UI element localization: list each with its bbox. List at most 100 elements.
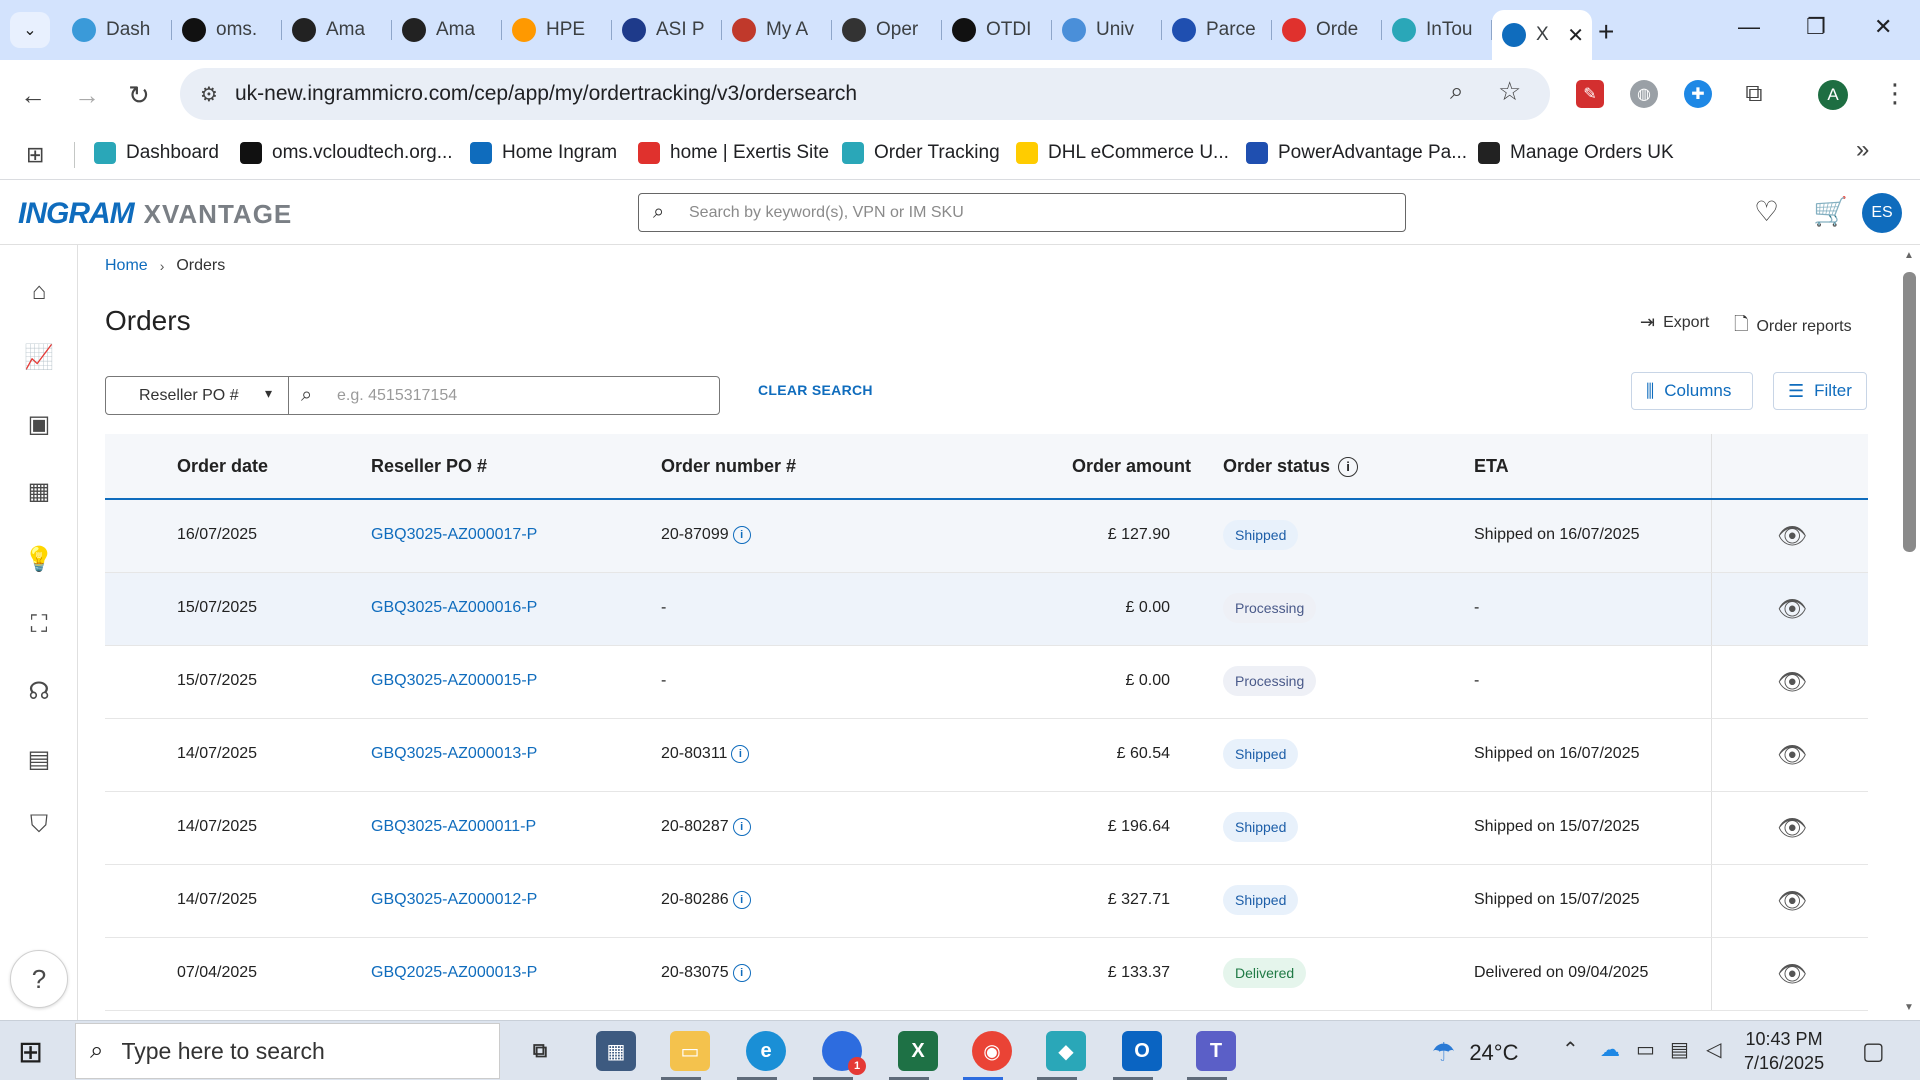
reload-button[interactable]: ↻ <box>128 80 150 111</box>
close-tab-icon[interactable]: ✕ <box>1567 23 1584 48</box>
vpn-extension-icon[interactable]: ✚ <box>1684 80 1712 108</box>
reseller-po-link[interactable]: GBQ3025-AZ000016-P <box>371 599 537 617</box>
minimize-button[interactable]: — <box>1738 14 1760 40</box>
view-eye-icon[interactable]: 👁 <box>1777 522 1807 551</box>
order-search-input[interactable] <box>337 384 707 408</box>
bookmark-item[interactable]: home | Exertis Site <box>638 142 829 164</box>
onedrive-icon[interactable]: ☁ <box>1600 1037 1620 1062</box>
view-eye-icon[interactable]: 👁 <box>1777 668 1807 697</box>
browser-tab[interactable]: Parce <box>1162 10 1272 50</box>
teams-icon[interactable]: T <box>1196 1031 1236 1071</box>
table-row[interactable]: 14/07/2025 GBQ3025-AZ000012-P 20-80286 i £ 3… <box>105 865 1868 938</box>
browser-tab[interactable]: HPE <box>502 10 612 50</box>
table-row[interactable]: 15/07/2025 GBQ3025-AZ000015-P - £ 0.00 Proce… <box>105 646 1868 719</box>
products-nav-icon[interactable]: ▣ <box>24 410 54 440</box>
chevron-up-icon[interactable]: ⌃ <box>1562 1037 1579 1062</box>
order-info-icon[interactable]: i <box>732 964 751 982</box>
extensions-icon[interactable]: ⧉ <box>1740 80 1768 108</box>
clear-search-button[interactable]: CLEAR SEARCH <box>758 382 873 398</box>
favorites-heart-icon[interactable]: ♡ <box>1754 195 1779 228</box>
insights-lightbulb-icon[interactable]: 💡 <box>24 545 54 575</box>
globe-extension-icon[interactable]: ◍ <box>1630 80 1658 108</box>
tab-search-button[interactable]: ⌄ <box>10 12 50 48</box>
edge-icon[interactable]: e <box>746 1031 786 1071</box>
support-nav-icon[interactable]: ☊ <box>24 677 54 707</box>
browser-tab[interactable]: oms. <box>172 10 282 50</box>
browser-tab[interactable]: X ✕ <box>1492 10 1592 60</box>
outlook-icon[interactable]: O <box>1122 1031 1162 1071</box>
reseller-po-link[interactable]: GBQ3025-AZ000015-P <box>371 672 537 690</box>
reseller-po-link[interactable]: GBQ2025-AZ000013-P <box>371 964 537 982</box>
bookmark-item[interactable]: oms.vcloudtech.org... <box>240 142 453 164</box>
bookmark-item[interactable]: PowerAdvantage Pa... <box>1246 142 1467 164</box>
orders-nav-icon[interactable]: ▦ <box>24 477 54 507</box>
help-question-icon[interactable]: ? <box>10 950 68 1008</box>
bookmark-item[interactable]: Home Ingram <box>470 142 617 164</box>
zoom-app-icon[interactable]: 1 <box>822 1031 866 1075</box>
weather-widget[interactable]: ☂ 24°C <box>1432 1037 1518 1068</box>
browser-tab[interactable]: Ama <box>282 10 392 50</box>
pinned-app-icon[interactable]: ◆ <box>1046 1031 1086 1071</box>
header-eta[interactable]: ETA <box>1474 456 1509 477</box>
services-nav-icon[interactable]: ⛶ <box>24 610 54 640</box>
info-icon[interactable]: i <box>1338 456 1359 477</box>
notifications-icon[interactable]: ▢ <box>1862 1037 1885 1066</box>
view-eye-icon[interactable]: 👁 <box>1777 960 1807 989</box>
scroll-up-arrow-icon[interactable]: ▲ <box>1904 250 1914 261</box>
site-search-input[interactable] <box>689 200 1389 226</box>
browser-tab[interactable]: Oper <box>832 10 942 50</box>
order-info-icon[interactable]: i <box>732 526 751 544</box>
zoom-icon[interactable]: ⌕ <box>1450 78 1463 106</box>
browser-tab[interactable]: ASI P <box>612 10 722 50</box>
volume-icon[interactable]: ◁ <box>1706 1037 1721 1062</box>
browser-menu-icon[interactable]: ⋮ <box>1882 78 1908 109</box>
taskbar-search-box[interactable]: ⌕ Type here to search <box>75 1023 500 1079</box>
order-reports-button[interactable]: 🗋 Order reports <box>1734 312 1852 342</box>
bookmark-star-icon[interactable]: ☆ <box>1498 76 1521 107</box>
forward-button[interactable]: → <box>74 80 100 111</box>
task-view-icon[interactable]: ⧉ <box>520 1031 560 1071</box>
view-eye-icon[interactable]: 👁 <box>1777 741 1807 770</box>
calendar-nav-icon[interactable]: ▤ <box>24 745 54 775</box>
table-row[interactable]: 14/07/2025 GBQ3025-AZ000013-P 20-80311 i £ 6… <box>105 719 1868 792</box>
browser-tab[interactable]: Dash <box>62 10 172 50</box>
analytics-nav-icon[interactable]: 📈 <box>24 343 54 373</box>
bookmark-item[interactable]: Manage Orders UK <box>1478 142 1674 164</box>
header-order-amount[interactable]: Order amount <box>1072 456 1191 477</box>
new-tab-button[interactable]: + <box>1598 16 1614 48</box>
pdf-extension-icon[interactable]: ✎ <box>1576 80 1604 108</box>
browser-tab[interactable]: My A <box>722 10 832 50</box>
more-bookmarks-icon[interactable]: » <box>1856 136 1869 164</box>
shopping-bag-nav-icon[interactable]: ⛉ <box>24 810 54 840</box>
reseller-po-link[interactable]: GBQ3025-AZ000017-P <box>371 526 537 544</box>
table-row[interactable]: 16/07/2025 GBQ3025-AZ000017-P 20-87099 i £ 1… <box>105 500 1868 573</box>
header-reseller-po[interactable]: Reseller PO # <box>371 456 487 477</box>
browser-tab[interactable]: Orde <box>1272 10 1382 50</box>
order-info-icon[interactable]: i <box>732 818 751 836</box>
ingram-xvantage-logo[interactable]: INGRAM XVANTAGE <box>18 197 292 231</box>
address-bar[interactable]: ⚙ uk-new.ingrammicro.com/cep/app/my/orde… <box>180 68 1550 120</box>
browser-tab[interactable]: Univ <box>1052 10 1162 50</box>
view-eye-icon[interactable]: 👁 <box>1777 887 1807 916</box>
view-eye-icon[interactable]: 👁 <box>1777 814 1807 843</box>
battery-icon[interactable]: ▭ <box>1636 1037 1655 1062</box>
table-row[interactable]: 15/07/2025 GBQ3025-AZ000016-P - £ 0.00 Proce… <box>105 573 1868 646</box>
calculator-icon[interactable]: ▦ <box>596 1031 636 1071</box>
site-search-bar[interactable]: ⌕ <box>638 193 1406 232</box>
close-window-button[interactable]: ✕ <box>1874 14 1892 40</box>
bookmark-item[interactable]: Dashboard <box>94 142 219 164</box>
site-info-icon[interactable]: ⚙ <box>200 82 218 107</box>
order-info-icon[interactable]: i <box>732 891 751 909</box>
file-explorer-icon[interactable]: ▭ <box>670 1031 710 1071</box>
windows-start-icon[interactable]: ⊞ <box>18 1035 43 1070</box>
header-order-status[interactable]: Order status i <box>1223 456 1359 477</box>
reseller-po-link[interactable]: GBQ3025-AZ000012-P <box>371 891 537 909</box>
table-row[interactable]: 07/04/2025 GBQ2025-AZ000013-P 20-83075 i £ 1… <box>105 938 1868 1011</box>
view-eye-icon[interactable]: 👁 <box>1777 595 1807 624</box>
browser-tab[interactable]: OTDI <box>942 10 1052 50</box>
profile-avatar[interactable]: A <box>1818 80 1848 110</box>
header-order-date[interactable]: Order date <box>177 456 268 477</box>
export-button[interactable]: ⇥ Export <box>1640 312 1709 333</box>
scroll-down-arrow-icon[interactable]: ▼ <box>1904 1002 1914 1013</box>
breadcrumb-home-link[interactable]: Home <box>105 257 148 275</box>
